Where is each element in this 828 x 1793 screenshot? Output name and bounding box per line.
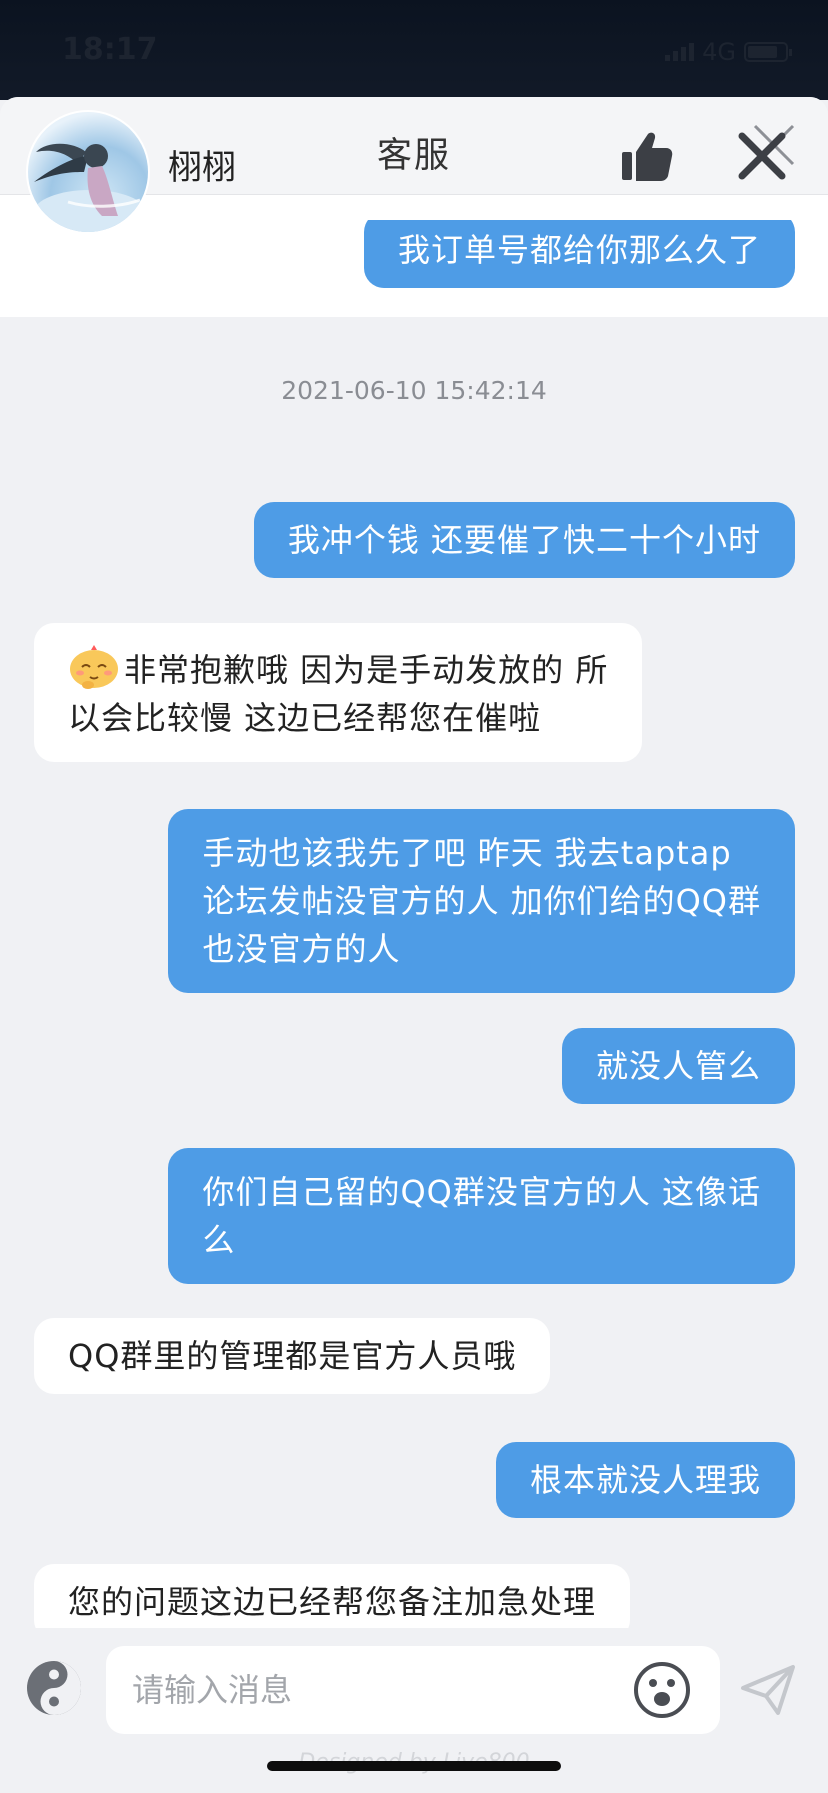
- message-incoming: QQ群里的管理都是官方人员哦: [34, 1318, 551, 1394]
- thumbs-up-icon[interactable]: [618, 128, 674, 184]
- status-indicators: 4G: [665, 38, 792, 66]
- message-outgoing: 就没人管么: [561, 1028, 795, 1104]
- emoji-icon[interactable]: [632, 1660, 692, 1720]
- message-list[interactable]: 我订单号都给你那么久了 2021-06-10 15:42:14 我冲个钱 还要催…: [0, 220, 828, 1628]
- home-indicator: [267, 1761, 561, 1771]
- message-text: 么: [202, 1221, 236, 1259]
- send-icon[interactable]: [740, 1664, 796, 1716]
- message-incoming: 非常抱歉哦 因为是手动发放的 所 以会比较慢 这边已经帮您在催啦: [34, 623, 643, 762]
- blushing-emoji-icon: [70, 645, 118, 689]
- message-timestamp: 2021-06-10 15:42:14: [281, 376, 547, 405]
- message-text: 论坛发帖没官方的人 加你们给的QQ群: [202, 882, 761, 920]
- avatar: [26, 110, 150, 234]
- status-time: 18:17: [62, 32, 158, 67]
- network-label: 4G: [702, 38, 736, 66]
- message-outgoing: 我订单号都给你那么久了: [363, 220, 795, 288]
- avatar-image: [34, 143, 146, 232]
- message-text: 手动也该我先了吧 昨天 我去taptap: [202, 834, 732, 872]
- status-bar: 18:17 4G: [0, 0, 828, 100]
- agent-name: 栩栩: [168, 148, 236, 188]
- more-tools-icon[interactable]: [24, 1658, 84, 1718]
- message-incoming: 您的问题这边已经帮您备注加急处理: [34, 1564, 631, 1628]
- message-outgoing: 我冲个钱 还要催了快二十个小时: [253, 502, 795, 578]
- battery-icon: [744, 42, 792, 62]
- message-input-container: [106, 1646, 720, 1734]
- message-outgoing: 根本就没人理我: [495, 1442, 795, 1518]
- end-chat-x-icon[interactable]: [736, 130, 788, 182]
- message-outgoing: 手动也该我先了吧 昨天 我去taptap 论坛发帖没官方的人 加你们给的QQ群 …: [168, 809, 795, 993]
- message-text: 以会比较慢 这边已经帮您在催啦: [68, 699, 542, 737]
- message-text: 非常抱歉哦 因为是手动发放的 所: [124, 651, 609, 689]
- message-outgoing: 你们自己留的QQ群没官方的人 这像话 么: [168, 1148, 795, 1284]
- message-text: 也没官方的人: [202, 930, 401, 968]
- signal-icon: [665, 43, 695, 61]
- message-text: 你们自己留的QQ群没官方的人 这像话: [202, 1173, 761, 1211]
- message-input[interactable]: [132, 1646, 612, 1734]
